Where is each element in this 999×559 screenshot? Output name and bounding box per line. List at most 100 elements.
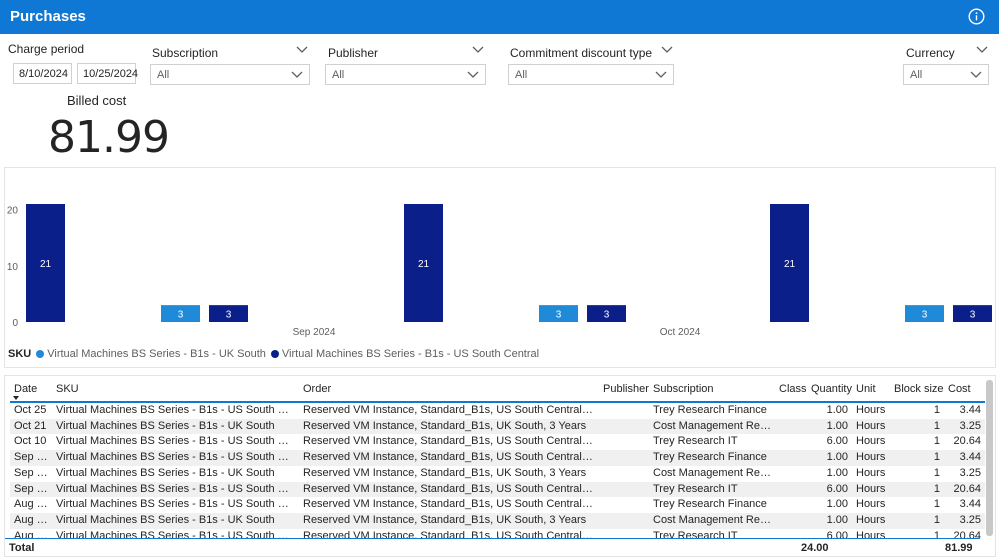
cell-unit: Hours (852, 512, 890, 529)
title-bar: Purchases (0, 0, 999, 34)
subscription-dropdown[interactable]: All (150, 64, 310, 85)
cell-block-size: 1 (933, 466, 940, 479)
cell-subscription: Trey Research Finance (653, 498, 767, 511)
cell-unit: Hours (856, 435, 886, 448)
legend-title: SKU (8, 348, 32, 360)
col-subscription-header[interactable]: Subscription (649, 380, 775, 402)
table-row[interactable]: Oct 10 Virtual Machines BS Series - B1s -… (10, 434, 985, 450)
cell-publisher (599, 497, 649, 513)
cell-block-size: 1 (933, 435, 940, 448)
cell-sku: Virtual Machines BS Series - B1s - US So… (56, 498, 299, 511)
info-icon[interactable] (968, 8, 985, 25)
cell-publisher (599, 434, 649, 450)
cell-class (775, 512, 807, 529)
charge-period-label: Charge period (8, 42, 85, 56)
publisher-dropdown-value: All (332, 69, 345, 81)
cell-cost: 20.64 (953, 435, 981, 448)
col-block-size-header[interactable]: Block size (890, 380, 944, 402)
chevron-down-icon (655, 71, 667, 78)
legend-label-us-south-central: Virtual Machines BS Series - B1s - US So… (281, 348, 540, 360)
publisher-dropdown[interactable]: All (325, 64, 486, 85)
table-row[interactable]: Oct 25 Virtual Machines BS Series - B1s -… (10, 402, 985, 419)
currency-dropdown-value: All (910, 69, 923, 81)
chevron-down-icon (970, 71, 982, 78)
sort-descending-icon[interactable] (13, 396, 19, 400)
commitment-expand-chevron-icon[interactable] (661, 46, 673, 54)
total-quantity: 24.00 (801, 542, 829, 554)
cell-class (775, 450, 807, 466)
cell-sku: Virtual Machines BS Series - B1s - US So… (52, 481, 299, 498)
subscription-label: Subscription (152, 46, 219, 60)
cell-order: Reserved VM Instance, Standard_B1s, UK S… (299, 512, 599, 529)
cell-sku: Virtual Machines BS Series - B1s - US So… (56, 404, 299, 416)
cell-class (775, 434, 807, 450)
subscription-expand-chevron-icon[interactable] (296, 46, 308, 54)
publisher-expand-chevron-icon[interactable] (472, 46, 484, 54)
subscription-dropdown-value: All (157, 69, 170, 81)
cell-block-size: 1 (933, 498, 940, 511)
table-row[interactable]: Aug 21 Virtual Machines BS Series - B1s -… (10, 512, 985, 529)
bar-data-label: 3 (226, 310, 232, 321)
end-date-input[interactable]: 10/25/2024 (77, 63, 138, 84)
start-date-input[interactable]: 8/10/2024 (13, 63, 72, 84)
bar-data-label: 3 (604, 310, 610, 321)
table-row[interactable]: Sep 10 Virtual Machines BS Series - B1s -… (10, 481, 985, 498)
cell-block-size: 1 (890, 418, 944, 435)
table-header-row: Date SKU Order Publisher Subscription Cl… (10, 380, 985, 402)
cell-date: Oct 21 (10, 418, 52, 435)
cell-block-size: 1 (890, 450, 944, 466)
commitment-discount-type-dropdown[interactable]: All (508, 64, 674, 85)
legend-item-us-south-central[interactable]: Virtual Machines BS Series - B1s - US So… (270, 348, 540, 360)
cell-subscription: Trey Research Finance (649, 450, 775, 466)
cell-date: Sep 10 (10, 481, 52, 498)
cell-sku: Virtual Machines BS Series - B1s - US So… (52, 450, 299, 466)
bar-data-label: 3 (178, 310, 184, 321)
table-row[interactable]: Oct 21 Virtual Machines BS Series - B1s -… (10, 418, 985, 435)
col-cost-header[interactable]: Cost (944, 380, 985, 402)
col-order-header[interactable]: Order (299, 380, 599, 402)
legend-item-uk-south[interactable]: Virtual Machines BS Series - B1s - UK So… (36, 348, 266, 360)
cell-cost: 3.25 (944, 512, 985, 529)
cell-cost: 3.44 (944, 450, 985, 466)
currency-dropdown[interactable]: All (903, 64, 989, 85)
chart-legend: SKU Virtual Machines BS Series - B1s - U… (8, 348, 544, 360)
publisher-label: Publisher (328, 46, 379, 60)
cell-order: Reserved VM Instance, Standard_B1s, US S… (303, 404, 599, 416)
table-row[interactable]: Sep 21 Virtual Machines BS Series - B1s -… (10, 466, 985, 482)
cell-subscription: Cost Management Rese... (653, 466, 775, 479)
cell-cost: 3.25 (959, 466, 981, 479)
table-row[interactable]: Aug 25 Virtual Machines BS Series - B1s -… (10, 497, 985, 513)
currency-expand-chevron-icon[interactable] (976, 46, 988, 54)
cell-unit: Hours (852, 450, 890, 466)
cell-quantity: 1.00 (807, 512, 852, 529)
col-class-header[interactable]: Class (775, 380, 807, 402)
cell-date: Oct 25 (14, 404, 47, 416)
billed-cost-value: 81.99 (48, 112, 170, 163)
total-cost: 81.99 (945, 542, 973, 554)
col-sku-header[interactable]: SKU (52, 380, 299, 402)
cell-cost: 3.25 (944, 418, 985, 435)
purchases-bar-chart: 0 10 20 21 3 3 21 3 3 21 3 3 Sep 2024 Oct 2024 (7, 204, 992, 338)
bar-data-label: 3 (922, 310, 928, 321)
cell-class (775, 418, 807, 435)
cell-publisher (599, 402, 649, 419)
table-scrollbar[interactable] (986, 380, 993, 536)
col-publisher-header[interactable]: Publisher (599, 380, 649, 402)
legend-dot-us-south-central (270, 350, 279, 358)
chevron-down-icon (467, 71, 479, 78)
x-tick-label: Oct 2024 (660, 327, 701, 338)
cell-class (775, 481, 807, 498)
cell-block-size: 1 (933, 404, 940, 416)
table-row[interactable]: Sep 25 Virtual Machines BS Series - B1s -… (10, 450, 985, 466)
bar-data-label: 21 (418, 259, 430, 270)
col-unit-header[interactable]: Unit (852, 380, 890, 402)
cell-subscription: Trey Research IT (649, 481, 775, 498)
cell-date: Aug 21 (10, 512, 52, 529)
col-quantity-header[interactable]: Quantity (807, 380, 852, 402)
cell-quantity: 1.00 (826, 466, 848, 479)
chevron-down-icon (291, 71, 303, 78)
cell-subscription: Cost Management Rese... (649, 512, 775, 529)
bar-data-label: 3 (556, 310, 562, 321)
cell-subscription: Trey Research IT (653, 435, 738, 448)
cell-subscription: Cost Management Rese... (649, 418, 775, 435)
